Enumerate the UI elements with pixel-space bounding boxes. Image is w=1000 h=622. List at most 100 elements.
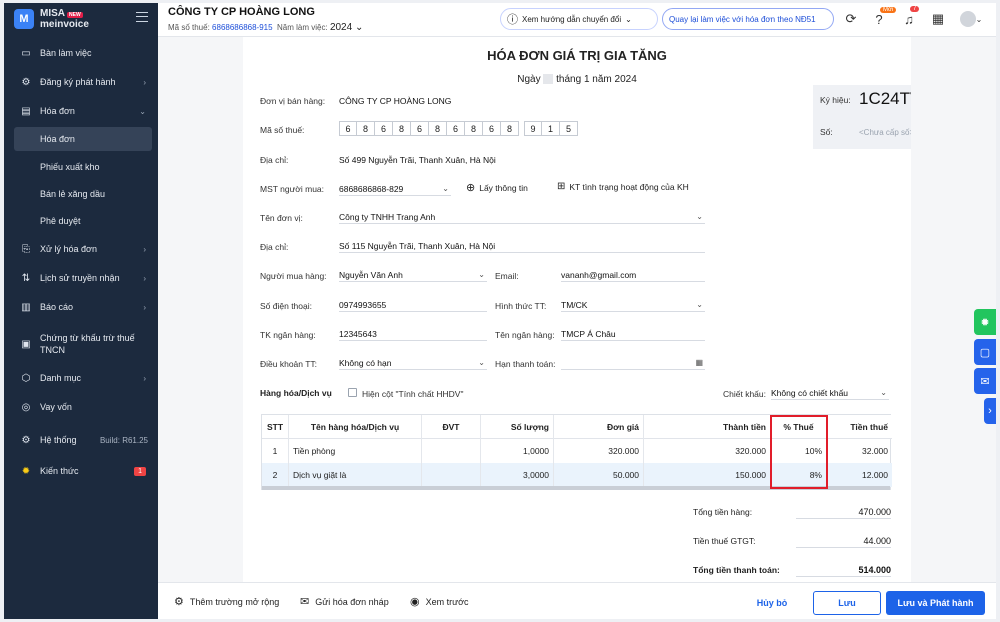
show-column-label: Hiện cột "Tính chất HHDV" xyxy=(362,389,464,399)
expand-panel-icon[interactable]: › xyxy=(984,398,996,424)
document-icon: ▤ xyxy=(21,105,31,117)
buyer-input[interactable]: Nguyễn Văn Anh ⌄ xyxy=(339,268,487,282)
sidebar-sub-delivery[interactable]: Phiếu xuất kho xyxy=(4,155,158,179)
show-column-checkbox[interactable] xyxy=(348,388,357,397)
invoice-form: HÓA ĐƠN GIÁ TRỊ GIA TĂNG Ngày tháng 1 nă… xyxy=(243,37,911,582)
email-input[interactable]: vananh@gmail.com xyxy=(561,268,705,282)
terms-select[interactable]: Không có hạn ⌄ xyxy=(339,356,487,370)
sidebar-item-label: Vay vốn xyxy=(40,402,72,412)
cell-tax-rate[interactable]: 10% xyxy=(771,439,827,463)
invoice-title: HÓA ĐƠN GIÁ TRỊ GIA TĂNG xyxy=(487,48,667,63)
calendar-icon[interactable]: ▦ xyxy=(695,356,703,370)
cell-unit[interactable] xyxy=(422,463,481,487)
sidebar-sub-approve[interactable]: Phê duyệt xyxy=(4,209,158,233)
tax-digit: 8 xyxy=(393,121,411,136)
tax-doc-icon: ▣ xyxy=(21,338,31,350)
total-pay-label: Tổng tiền thanh toán: xyxy=(693,565,780,575)
bank-account-input[interactable]: 12345643 xyxy=(339,327,487,341)
sidebar-item-loan[interactable]: ◎ Vay vốn xyxy=(4,394,158,420)
discount-select[interactable]: Không có chiết khấu ⌄ xyxy=(771,386,889,400)
sidebar-item-knowledge[interactable]: ✹ Kiến thức 1 xyxy=(4,458,158,484)
check-status-button[interactable]: ⊞ KT tình trạng hoạt động của KH xyxy=(557,181,689,192)
get-info-button[interactable]: ⊕ Lấy thông tin xyxy=(466,181,528,194)
total-pay: 514.000 xyxy=(796,563,891,577)
new-badge: Mới xyxy=(880,7,897,13)
user-icon xyxy=(959,11,976,27)
logo-mark-icon: M xyxy=(14,9,34,29)
bell-icon[interactable]: ♫ xyxy=(900,10,918,28)
company-name: CÔNG TY CP HOÀNG LONG xyxy=(168,6,315,18)
cell-price[interactable]: 320.000 xyxy=(554,439,644,463)
sidebar-item-register[interactable]: ⚙ Đăng ký phát hành › xyxy=(4,69,158,95)
preview-button[interactable]: ◉ Xem trước xyxy=(410,595,469,608)
cell-tax-amount[interactable]: 12.000 xyxy=(827,463,892,487)
company-info: Mã số thuế: 6868686868-915 Năm làm việc:… xyxy=(168,22,363,33)
year-select[interactable]: 2024 ⌄ xyxy=(330,22,363,33)
sidebar-item-history[interactable]: ⇅ Lịch sử truyền nhận › xyxy=(4,265,158,291)
sidebar-item-tncn[interactable]: ▣ Chứng từ khấu trừ thuế TNCN xyxy=(4,328,158,360)
chart-icon: ▥ xyxy=(21,301,31,313)
sidebar-sub-invoice[interactable]: Hóa đơn xyxy=(14,127,152,151)
chevron-down-icon: ⌄ xyxy=(975,14,983,24)
unit-input[interactable]: Công ty TNHH Trang Anh ⌄ xyxy=(339,210,705,224)
support-chat-icon[interactable]: ✉ xyxy=(974,368,996,394)
cell-tax-amount[interactable]: 32.000 xyxy=(827,439,892,463)
gear-icon: ⚙ xyxy=(21,434,31,446)
sidebar-item-label: Xử lý hóa đơn xyxy=(40,244,97,254)
sidebar-item-label: Đăng ký phát hành xyxy=(40,77,116,87)
sidebar-item-system[interactable]: ⚙ Hệ thống Build: R61.25 xyxy=(4,427,158,453)
add-field-button[interactable]: ⚙ Thêm trường mở rộng xyxy=(174,595,279,608)
apps-grid-icon[interactable]: ▦ xyxy=(929,10,947,28)
line-items-table: STT Tên hàng hóa/Dịch vụ ĐVT Số lượng Đơ… xyxy=(261,414,892,490)
cell-amount[interactable]: 150.000 xyxy=(644,463,771,487)
chat-icon[interactable]: ▢ xyxy=(974,339,996,365)
phone-input[interactable]: 0974993655 xyxy=(339,298,487,312)
sidebar-item-catalog[interactable]: ⬡ Danh mục › xyxy=(4,365,158,391)
bank-name-input[interactable]: TMCP Á Châu xyxy=(561,327,705,341)
back-nd51-button[interactable]: Quay lại làm việc với hóa đơn theo NĐ51 xyxy=(662,8,834,30)
sidebar-item-report[interactable]: ▥ Báo cáo › xyxy=(4,294,158,320)
cell-stt: 1 xyxy=(262,439,289,463)
chevron-down-icon: ⌄ xyxy=(478,358,485,367)
get-info-label: Lấy thông tin xyxy=(479,182,528,193)
guide-button[interactable]: ⓘ Xem hướng dẫn chuyển đổi ⌄ xyxy=(500,8,658,30)
buyer-address-input[interactable]: Số 115 Nguyễn Trãi, Thanh Xuân, Hà Nội xyxy=(339,239,705,253)
send-draft-button[interactable]: ✉ Gửi hóa đơn nháp xyxy=(300,595,389,608)
refresh-icon[interactable]: ⟳ xyxy=(842,10,860,28)
hamburger-menu-icon[interactable] xyxy=(136,12,148,22)
sidebar-item-desk[interactable]: ▭ Bàn làm việc xyxy=(4,40,158,66)
logo[interactable]: M MISA NEW meinvoice xyxy=(4,3,158,35)
avatar[interactable]: ⌄ xyxy=(958,10,984,28)
cell-name[interactable]: Dịch vụ giặt là xyxy=(289,463,422,487)
due-date-input[interactable]: ▦ xyxy=(561,356,705,370)
sidebar-item-process[interactable]: ⎘ Xử lý hóa đơn › xyxy=(4,236,158,262)
number-placeholder: <Chưa cấp số> xyxy=(859,128,911,137)
horizontal-scrollbar[interactable] xyxy=(262,486,890,490)
cell-amount[interactable]: 320.000 xyxy=(644,439,771,463)
pay-method-select[interactable]: TM/CK ⌄ xyxy=(561,298,705,312)
sidebar-item-invoice[interactable]: ▤ Hóa đơn ⌄ xyxy=(4,98,158,124)
cell-price[interactable]: 50.000 xyxy=(554,463,644,487)
total-vat: 44.000 xyxy=(796,534,891,548)
cancel-button[interactable]: Hủy bỏ xyxy=(752,591,792,615)
buyer-tax-input[interactable]: 6868686868-829 ⌄ xyxy=(339,182,451,196)
goods-section-label: Hàng hóa/Dịch vụ xyxy=(260,388,332,398)
monitor-icon: ▭ xyxy=(21,47,31,59)
top-bar: CÔNG TY CP HOÀNG LONG Mã số thuế: 686868… xyxy=(158,3,996,37)
save-issue-button[interactable]: Lưu và Phát hành xyxy=(886,591,985,615)
cell-tax-rate[interactable]: 8% xyxy=(771,463,827,487)
unit-label: Tên đơn vị: xyxy=(260,213,303,223)
table-row[interactable]: 1 Tiền phòng 1,0000 320.000 320.000 10% … xyxy=(262,439,892,463)
save-button[interactable]: Lưu xyxy=(813,591,881,615)
invoice-process-icon: ⎘ xyxy=(22,243,30,255)
cell-name[interactable]: Tiền phòng xyxy=(289,439,422,463)
sidebar-sub-fuel[interactable]: Bán lẻ xăng dầu xyxy=(4,182,158,206)
day-input[interactable] xyxy=(543,74,554,85)
tip-bulb-icon[interactable]: ✹ xyxy=(974,309,996,335)
cell-quantity[interactable]: 3,0000 xyxy=(481,463,554,487)
cell-unit[interactable] xyxy=(422,439,481,463)
cell-quantity[interactable]: 1,0000 xyxy=(481,439,554,463)
table-row[interactable]: 2 Dịch vụ giặt là 3,0000 50.000 150.000 … xyxy=(262,463,892,487)
header-unit: ĐVT xyxy=(422,414,481,439)
sub-item-label: Bán lẻ xăng dầu xyxy=(40,189,106,199)
